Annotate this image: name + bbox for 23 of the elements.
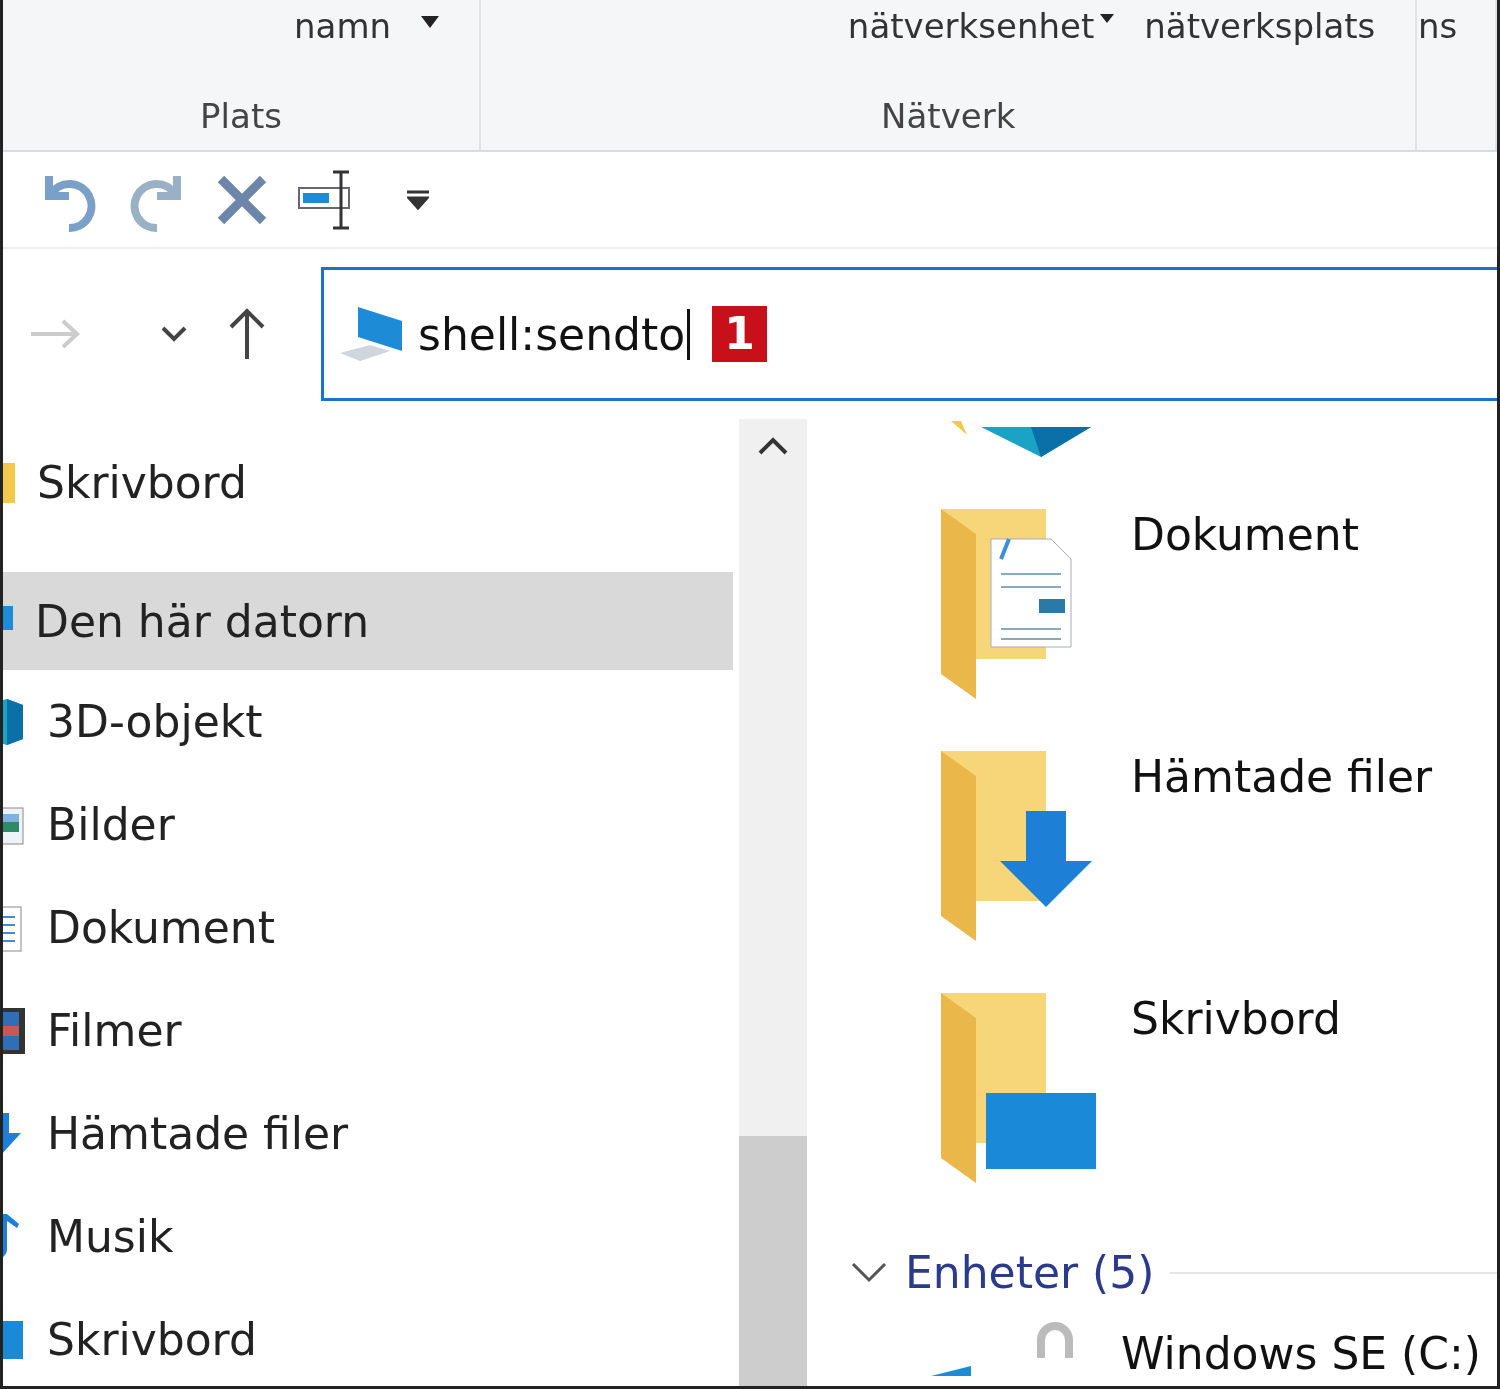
address-field[interactable]: shell:sendto 1 (321, 267, 1497, 401)
nav-item[interactable]: Hämtade filer (3, 1082, 733, 1185)
folder-tile[interactable]: Dokument (851, 499, 1497, 741)
address-input[interactable]: shell:sendto (418, 308, 691, 360)
step-badge: 1 (712, 306, 767, 362)
nav-item[interactable]: Den här datorn (3, 572, 733, 670)
folder-tile[interactable]: Hämtade filer (851, 741, 1497, 983)
group-header[interactable]: Enheter (5) (851, 1247, 1155, 1299)
nav-item[interactable]: Bilder (3, 773, 733, 876)
nav-item[interactable]: Musik (3, 1185, 733, 1288)
nav-item[interactable]: 3D-objekt (3, 670, 733, 773)
drive-tile[interactable]: Windows SE (C:) (851, 1310, 1497, 1386)
folder-tile[interactable]: Skrivbord (851, 983, 1497, 1225)
ribbon-group-label: Nätverk (880, 96, 1017, 136)
nav-item[interactable]: Filmer (3, 979, 733, 1082)
ribbon-label: nätverksplats (1144, 6, 1376, 46)
ribbon-dropdown[interactable]: nätverksenhet (847, 6, 1115, 46)
ribbon-group-label: Plats (199, 96, 283, 136)
nav-item[interactable]: Skrivbord (3, 431, 733, 534)
nav-item[interactable]: Dokument (3, 876, 733, 979)
ribbon-label: namn (294, 6, 392, 46)
ribbon-label: Ins (1417, 6, 1458, 46)
nav-item[interactable]: Skrivbord (3, 1288, 733, 1386)
